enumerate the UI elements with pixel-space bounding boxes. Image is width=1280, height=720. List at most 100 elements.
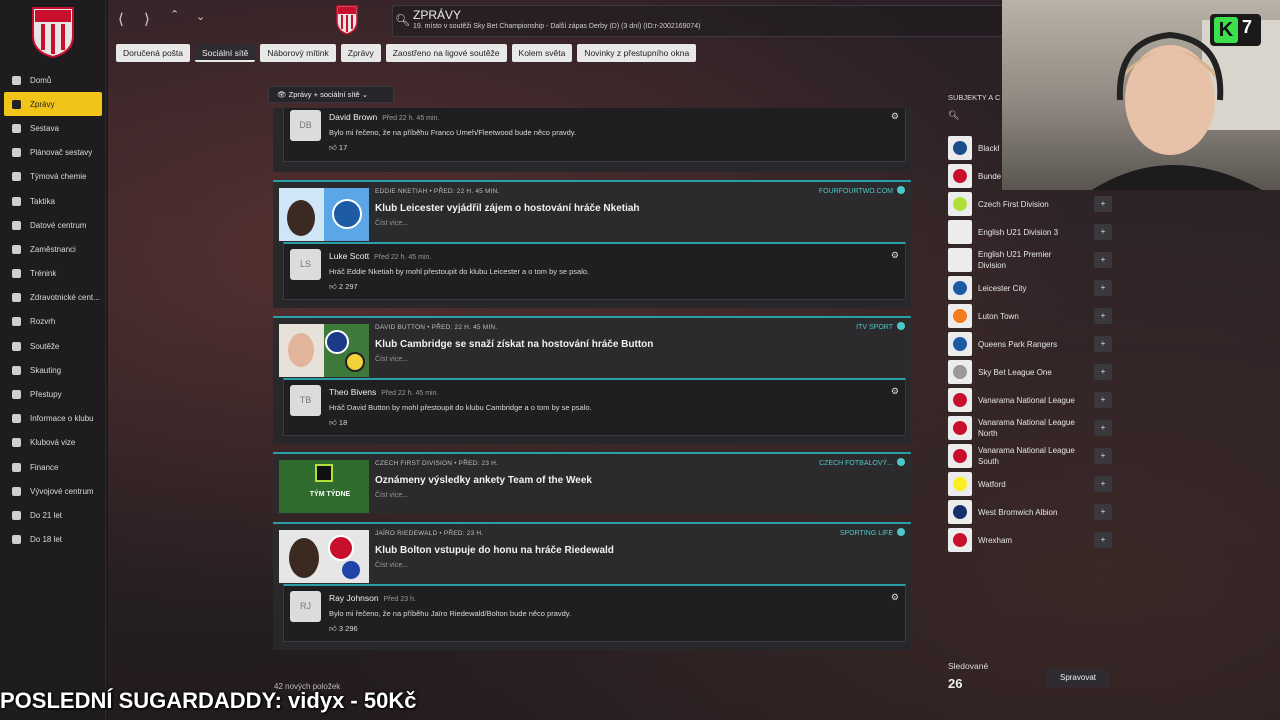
sidebar-item[interactable]: Vývojové centrum [4, 479, 102, 503]
tab[interactable]: Novinky z přestupního okna [577, 44, 697, 62]
manage-button[interactable]: Spravovat [1046, 669, 1110, 687]
search-icon[interactable]: 🔍︎ [395, 13, 410, 27]
news-story[interactable]: David Button • Před: 22 h. 45 min. Klub C… [273, 316, 911, 378]
story-title[interactable]: Oznámeny výsledky ankety Team of the Wee… [375, 475, 592, 486]
subject-item[interactable]: Wrexham + [948, 526, 1112, 554]
follow-add-icon[interactable]: + [1094, 336, 1112, 352]
sidebar-item[interactable]: Klubová vize [4, 431, 102, 455]
tab[interactable]: Sociální sítě [195, 44, 256, 62]
sidebar-item[interactable]: Soutěže [4, 334, 102, 358]
shirt-icon [10, 122, 22, 134]
sidebar-item[interactable]: Taktika [4, 189, 102, 213]
channel-badge: K 7 [1210, 14, 1261, 46]
follow-add-icon[interactable]: + [1094, 476, 1112, 492]
gear-icon[interactable]: ⚙ [891, 592, 899, 603]
follow-add-icon[interactable]: + [1094, 420, 1112, 436]
sidebar-item[interactable]: Do 21 let [4, 503, 102, 527]
chevron-down-icon[interactable]: ⌄ [196, 10, 205, 23]
subject-item[interactable]: Vanarama National League + [948, 386, 1112, 414]
subject-label: Watford [978, 479, 1006, 489]
follow-add-icon[interactable]: + [1094, 448, 1112, 464]
story-title[interactable]: Klub Leicester vyjádřil zájem o hostován… [375, 203, 640, 214]
follow-add-icon[interactable]: + [1094, 364, 1112, 380]
follow-add-icon[interactable]: + [1094, 392, 1112, 408]
feed-filter-dropdown[interactable]: 👁︎ Zprávy + sociální sítě ⌄ [268, 86, 394, 103]
sidebar-item[interactable]: Skauting [4, 358, 102, 382]
follow-add-icon[interactable]: + [1094, 308, 1112, 324]
subject-item[interactable]: West Bromwich Albion + [948, 498, 1112, 526]
subject-item[interactable]: Czech First Division + [948, 190, 1112, 218]
read-more-link[interactable]: Číst více... [375, 220, 408, 227]
follow-add-icon[interactable]: + [1094, 280, 1112, 296]
tab[interactable]: Zaostřeno na ligové soutěže [385, 44, 507, 62]
sidebar-item[interactable]: Přestupy [4, 382, 102, 406]
social-post[interactable]: LS Luke Scott Před 22 h. 45 min. Hráč Eddie… [283, 242, 906, 300]
news-story[interactable]: Jaïro Riedewald • Před: 23 h. Klub Bolton… [273, 522, 911, 584]
sidebar-item[interactable]: Plánovač sestavy [4, 141, 102, 165]
story-title[interactable]: Klub Cambridge se snaží získat na hostov… [375, 339, 653, 350]
subject-item[interactable]: Vanarama National League North + [948, 414, 1112, 442]
tab[interactable]: Kolem světa [511, 44, 573, 62]
follow-add-icon[interactable]: + [1094, 196, 1112, 212]
page-title: ZPRÁVY [413, 8, 462, 22]
gear-icon[interactable] [897, 528, 905, 536]
tab[interactable]: Zprávy [340, 44, 381, 62]
sidebar-item[interactable]: Týmová chemie [4, 165, 102, 189]
story-source[interactable]: SPORTING LIFE [840, 528, 905, 537]
news-story[interactable]: TÝM TÝDNE Czech First Division • Před: 23… [273, 452, 911, 514]
page-subtitle: 19. místo v soutěži Sky Bet Championship… [413, 23, 701, 30]
gear-icon[interactable] [897, 458, 905, 466]
sidebar-item[interactable]: Do 18 let [4, 528, 102, 552]
page-title-bar[interactable]: 🔍︎ ZPRÁVY 19. místo v soutěži Sky Bet Ch… [392, 5, 1018, 37]
follow-add-icon[interactable]: + [1094, 224, 1112, 240]
sidebar-item[interactable]: Datové centrum [4, 213, 102, 237]
subject-item[interactable]: English U21 Division 3 + [948, 218, 1112, 246]
header: ⟨ ⟩ ⌃ ⌄ 🔍︎ ZPRÁVY 19. místo v soutěži Sk… [108, 0, 1084, 42]
subject-item[interactable]: English U21 Premier Division + [948, 246, 1112, 274]
read-more-link[interactable]: Číst více... [375, 562, 408, 569]
subject-item[interactable]: Sky Bet League One + [948, 358, 1112, 386]
follow-add-icon[interactable]: + [1094, 504, 1112, 520]
news-story[interactable]: Eddie Nketiah • Před: 22 h. 45 min. Klub … [273, 180, 911, 242]
club-crest[interactable] [31, 6, 75, 58]
forward-icon[interactable]: ⟩ [144, 10, 150, 28]
sidebar-item[interactable]: Domů [4, 68, 102, 92]
team-crest-icon[interactable] [336, 5, 358, 35]
sidebar-item[interactable]: Finance [4, 455, 102, 479]
story-source[interactable]: FOURFOURTWO.COM [819, 186, 905, 195]
subject-item[interactable]: Leicester City + [948, 274, 1112, 302]
search-icon: 🔍︎ [948, 110, 960, 120]
sidebar-item[interactable]: Informace o klubu [4, 407, 102, 431]
story-source[interactable]: CZECH FOTBALOVÝ... [819, 458, 905, 467]
subject-logo-icon [948, 304, 972, 328]
sidebar-item[interactable]: Rozvrh [4, 310, 102, 334]
sidebar-item[interactable]: Zprávy [4, 92, 102, 117]
subject-item[interactable]: Luton Town + [948, 302, 1112, 330]
tab[interactable]: Doručená pošta [116, 44, 191, 62]
social-post[interactable]: DB David Brown Před 22 h. 45 min. Bylo mi… [283, 108, 906, 162]
sidebar-item[interactable]: Trénink [4, 262, 102, 286]
subject-item[interactable]: Queens Park Rangers + [948, 330, 1112, 358]
subject-item[interactable]: Watford + [948, 470, 1112, 498]
read-more-link[interactable]: Číst více... [375, 492, 408, 499]
story-title[interactable]: Klub Bolton vstupuje do honu na hráče Ri… [375, 545, 614, 556]
expand-icon[interactable]: ⌃ [170, 8, 179, 21]
story-source[interactable]: ITV SPORT [856, 322, 905, 331]
social-post[interactable]: RJ Ray Johnson Před 23 h. Bylo mi řečeno, ž… [283, 584, 906, 642]
subject-item[interactable]: Vanarama National League South + [948, 442, 1112, 470]
sidebar-item[interactable]: Zdravotnické cent... [4, 286, 102, 310]
read-more-link[interactable]: Číst více... [375, 356, 408, 363]
gear-icon[interactable]: ⚙ [891, 386, 899, 397]
gear-icon[interactable]: ⚙ [891, 250, 899, 261]
sidebar-item[interactable]: Sestava [4, 116, 102, 140]
avatar: DB [290, 110, 321, 141]
tab[interactable]: Náborový mítink [260, 44, 336, 62]
sidebar-item[interactable]: Zaměstnanci [4, 237, 102, 261]
back-icon[interactable]: ⟨ [118, 10, 124, 28]
gear-icon[interactable] [897, 186, 905, 194]
gear-icon[interactable]: ⚙ [891, 111, 899, 122]
social-post[interactable]: TB Theo Bivens Před 22 h. 45 min. Hráč Davi… [283, 378, 906, 436]
follow-add-icon[interactable]: + [1094, 252, 1112, 268]
gear-icon[interactable] [897, 322, 905, 330]
follow-add-icon[interactable]: + [1094, 532, 1112, 548]
